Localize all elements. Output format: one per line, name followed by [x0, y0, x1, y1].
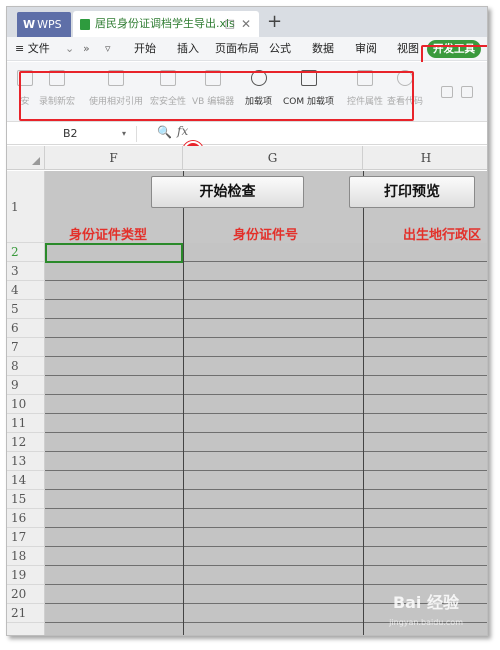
row-header[interactable]: 14 — [7, 471, 45, 490]
row-header[interactable]: 2 — [7, 243, 45, 262]
spreadsheet-icon — [80, 19, 90, 30]
row-header[interactable]: 18 — [7, 547, 45, 566]
row-header[interactable]: 11 — [7, 414, 45, 433]
app-window: W WPS 居民身份证调档学生导出.xls □ ✕ + ≡ 文件 ⌄ » ▿ 开始… — [6, 6, 488, 636]
wps-tab[interactable]: W WPS — [17, 12, 71, 37]
menu-item-view[interactable]: 视图 — [397, 37, 419, 61]
row-header[interactable]: 7 — [7, 338, 45, 357]
menu-item-page-layout[interactable]: 页面布局 — [215, 37, 259, 61]
row-header[interactable]: 19 — [7, 566, 45, 585]
menu-item-review[interactable]: 审阅 — [355, 37, 377, 61]
row-header[interactable]: 15 — [7, 490, 45, 509]
start-check-button[interactable]: 开始检查 — [151, 176, 304, 208]
column-header-g[interactable]: G — [183, 146, 363, 170]
menu-item-start[interactable]: 开始 — [134, 37, 156, 61]
data-cells[interactable] — [45, 243, 487, 635]
row-header[interactable]: 1 — [7, 171, 45, 243]
spreadsheet-grid: F G H 1 2 3 4 5 6 7 8 9 10 11 12 13 14 1… — [7, 146, 487, 635]
print-preview-button[interactable]: 打印预览 — [349, 176, 475, 208]
tool-extra[interactable] — [437, 86, 477, 101]
row-header[interactable]: 21 — [7, 604, 45, 623]
row-header[interactable]: 13 — [7, 452, 45, 471]
row-header[interactable]: 20 — [7, 585, 45, 604]
name-box[interactable]: B2 ▾ — [25, 126, 137, 142]
chevron-down-icon[interactable]: ⌄ — [65, 37, 74, 61]
menu-item-formula[interactable]: 公式 — [269, 37, 291, 61]
header-birthplace: 出生地行政区 — [403, 228, 482, 243]
menu-item-data[interactable]: 数据 — [312, 37, 334, 61]
row-header[interactable]: 8 — [7, 357, 45, 376]
close-icon[interactable]: ✕ — [241, 11, 251, 37]
column-divider — [183, 171, 184, 635]
watermark-url: jingyan.baidu.com — [389, 618, 463, 627]
title-bar: W WPS 居民身份证调档学生导出.xls □ ✕ + — [7, 7, 487, 37]
row-header[interactable]: 4 — [7, 281, 45, 300]
header-id-number: 身份证件号 — [233, 228, 299, 243]
dropdown-icon[interactable]: ▿ — [105, 37, 111, 61]
wps-logo-icon: W — [23, 18, 36, 31]
header-id-type: 身份证件类型 — [69, 228, 148, 243]
row-header[interactable]: 9 — [7, 376, 45, 395]
menu-item-insert[interactable]: 插入 — [177, 37, 199, 61]
menu-bar: ≡ 文件 ⌄ » ▿ 开始 插入 页面布局 公式 数据 审阅 视图 开发工具 — [7, 37, 487, 61]
row-header[interactable]: 16 — [7, 509, 45, 528]
row-header[interactable]: 3 — [7, 262, 45, 281]
watermark-logo: Bai 经验 — [392, 593, 459, 612]
row-header[interactable]: 5 — [7, 300, 45, 319]
file-menu[interactable]: ≡ 文件 — [15, 37, 50, 61]
wps-tab-label: WPS — [37, 18, 62, 31]
column-header-h[interactable]: H — [363, 146, 487, 170]
fx-icon[interactable]: fx — [177, 124, 188, 138]
zoom-icon[interactable]: 🔍 — [157, 125, 172, 139]
form-control-icon — [441, 86, 453, 98]
selected-cell[interactable] — [45, 243, 183, 263]
row-header[interactable]: 10 — [7, 395, 45, 414]
file-tab[interactable]: 居民身份证调档学生导出.xls □ ✕ — [73, 11, 259, 37]
highlight-toolbar — [19, 71, 414, 121]
chevron-down-icon[interactable]: ▾ — [122, 126, 126, 142]
cell-reference: B2 — [63, 127, 78, 140]
row-header[interactable]: 17 — [7, 528, 45, 547]
row-header[interactable] — [7, 623, 45, 635]
row-header[interactable]: 12 — [7, 433, 45, 452]
select-all-corner[interactable] — [7, 146, 45, 170]
column-divider — [363, 171, 364, 635]
row-header[interactable]: 6 — [7, 319, 45, 338]
expand-icon[interactable]: » — [83, 37, 90, 61]
file-tab-label: 居民身份证调档学生导出.xls — [95, 17, 235, 30]
design-mode-icon — [461, 86, 473, 98]
pin-icon[interactable]: □ — [225, 11, 235, 37]
new-tab-button[interactable]: + — [267, 11, 282, 32]
column-header-f[interactable]: F — [45, 146, 183, 170]
formula-bar: B2 ▾ 🔍 fx — [7, 123, 487, 145]
